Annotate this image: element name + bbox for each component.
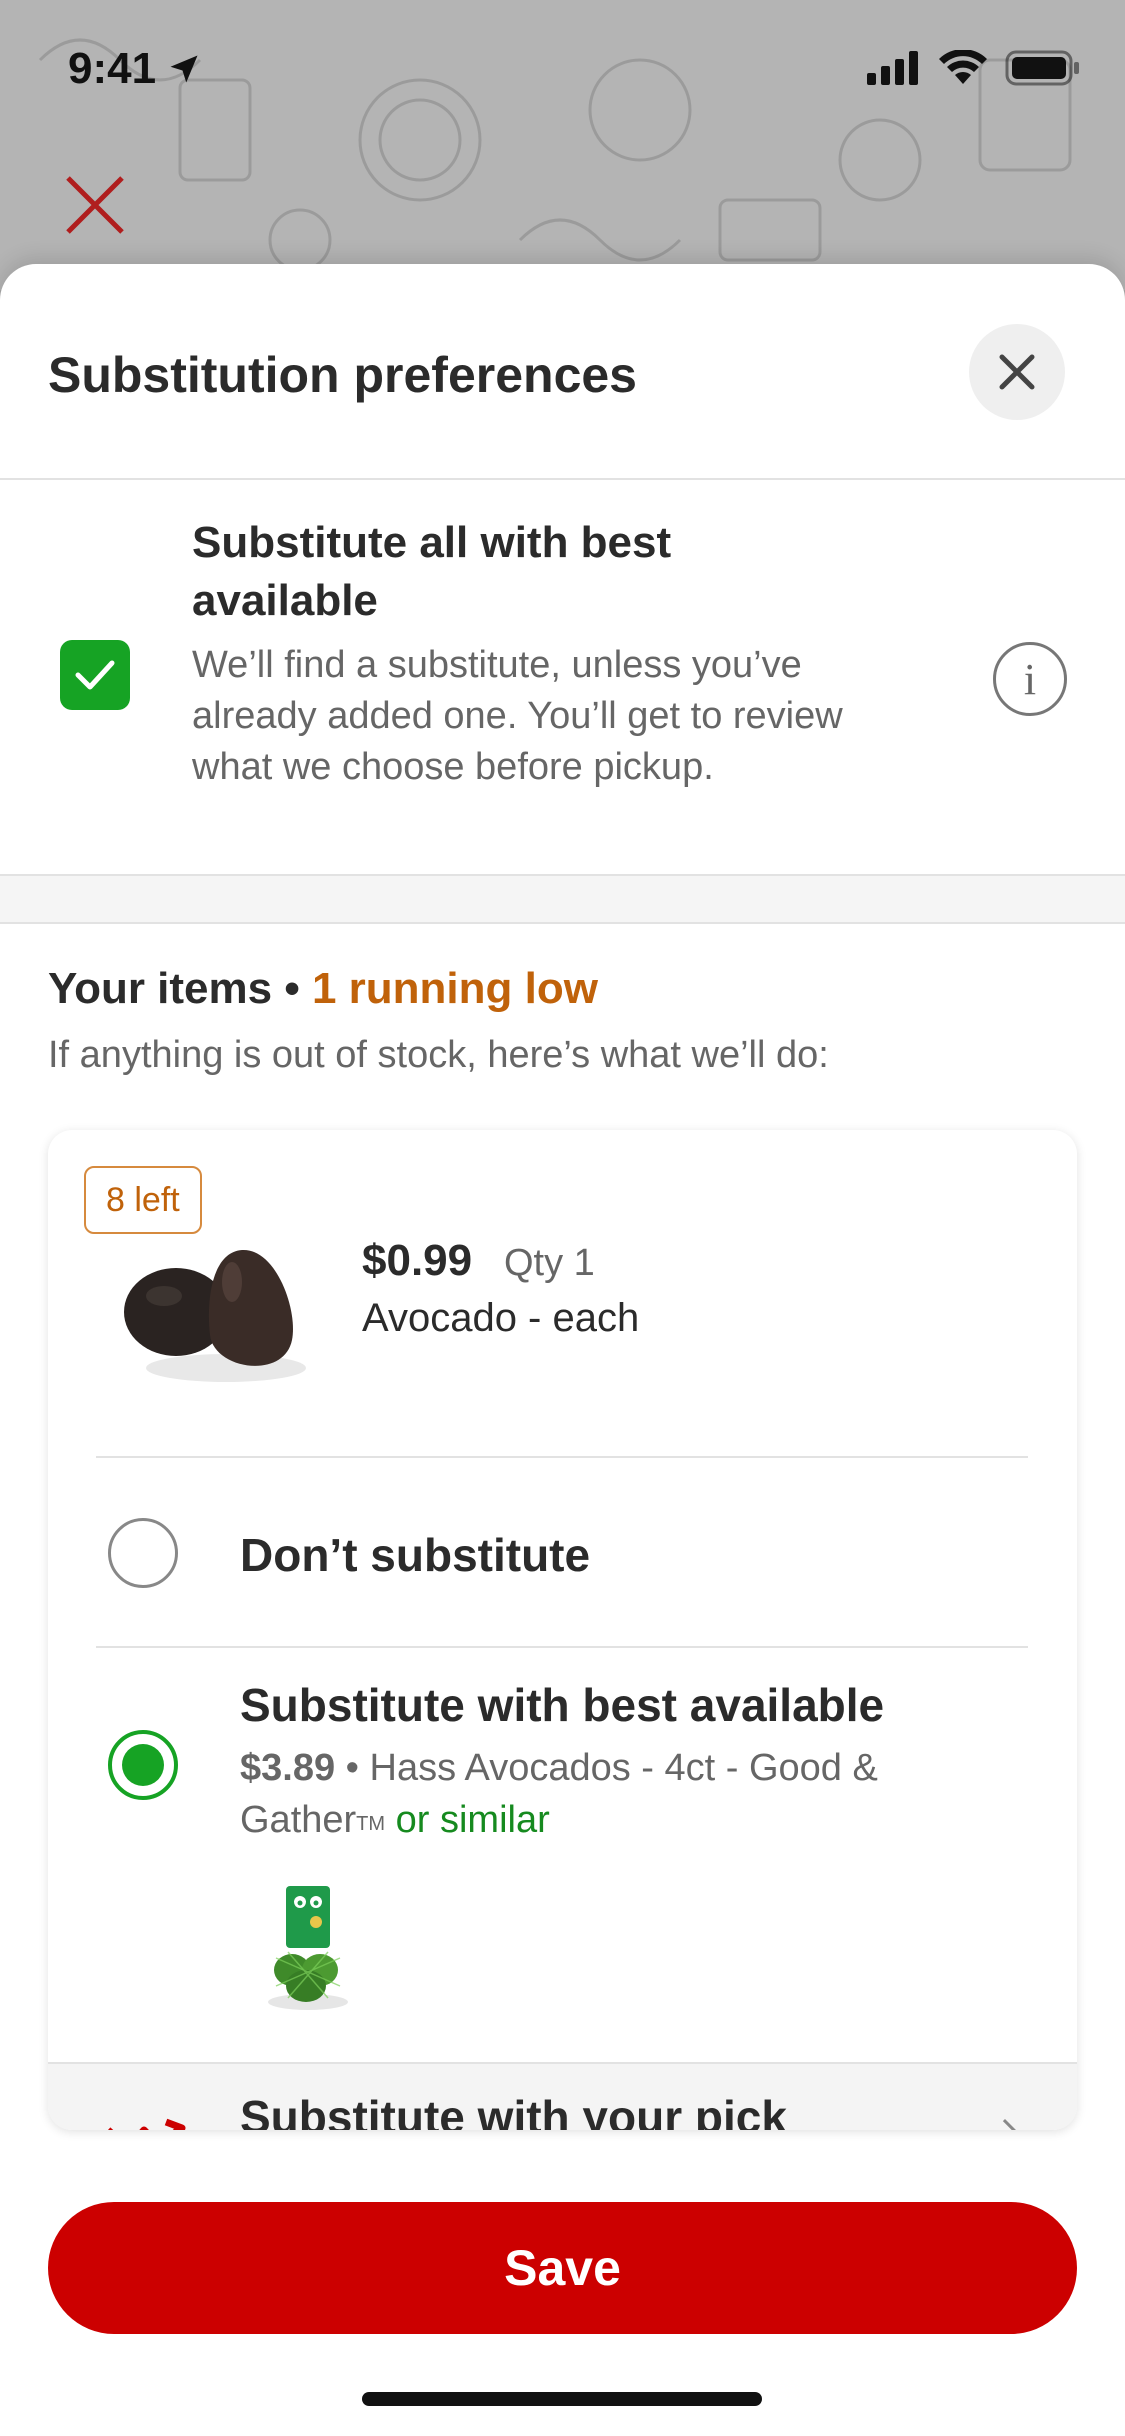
divider bbox=[96, 1456, 1028, 1458]
sheet-header: Substitution preferences bbox=[0, 264, 1125, 480]
items-header: Your items • 1 running low If anything i… bbox=[0, 924, 1125, 1134]
items-title-text: Your items bbox=[48, 964, 273, 1013]
stock-badge: 8 left bbox=[84, 1166, 202, 1234]
chevron-right-icon bbox=[988, 2119, 1022, 2130]
footer: Save bbox=[0, 2156, 1125, 2436]
save-button[interactable]: Save bbox=[48, 2202, 1077, 2334]
substitute-price: $3.89 bbox=[240, 1747, 336, 1789]
divider bbox=[96, 1646, 1028, 1648]
battery-icon bbox=[1005, 50, 1079, 86]
section-divider bbox=[0, 876, 1125, 924]
signal-icon bbox=[867, 51, 918, 85]
info-icon[interactable]: i bbox=[993, 642, 1067, 716]
substitute-all-row: Substitute all with best available We’ll… bbox=[0, 480, 1125, 876]
wifi-icon bbox=[939, 50, 987, 84]
item-card: 8 left $0.99 Qty 1 Avocado - each Don’t … bbox=[48, 1130, 1077, 2130]
hass-avocados-image bbox=[268, 1886, 348, 2010]
substitute-all-checkbox[interactable] bbox=[60, 640, 130, 710]
checkmark-icon bbox=[75, 660, 115, 690]
location-arrow-icon bbox=[170, 55, 198, 83]
description-separator: • bbox=[335, 1747, 370, 1789]
your-pick-row[interactable]: Substitute with your pick bbox=[48, 2062, 1077, 2130]
product-name: Avocado - each bbox=[362, 1296, 640, 1340]
items-separator: • bbox=[272, 964, 312, 1013]
best-available-label[interactable]: Substitute with best available bbox=[240, 1678, 884, 1732]
product-price: $0.99 bbox=[362, 1236, 473, 1285]
product-qty: Qty 1 bbox=[504, 1242, 595, 1284]
status-icons bbox=[867, 50, 1081, 86]
items-subtitle: If anything is out of stock, here’s what… bbox=[48, 1034, 829, 1076]
time-text: 9:41 bbox=[68, 44, 157, 93]
your-pick-label[interactable]: Substitute with your pick bbox=[240, 2090, 787, 2130]
substitute-arrow-icon bbox=[108, 2118, 186, 2130]
home-indicator bbox=[362, 2392, 762, 2406]
best-available-description: $3.89 • Hass Avocados - 4ct - Good & Gat… bbox=[240, 1742, 1000, 1850]
or-similar-text: or similar bbox=[385, 1799, 550, 1841]
substitute-all-description: We’ll find a substitute, unless you’ve a… bbox=[192, 644, 843, 788]
close-icon bbox=[999, 354, 1035, 390]
close-icon[interactable] bbox=[62, 172, 128, 238]
status-time: 9:41 bbox=[68, 44, 202, 94]
trademark-mark: TM bbox=[356, 1813, 386, 1835]
best-available-radio[interactable] bbox=[108, 1730, 178, 1800]
status-bar: 9:41 bbox=[0, 0, 1125, 140]
dont-substitute-label[interactable]: Don’t substitute bbox=[240, 1528, 590, 1582]
dont-substitute-radio[interactable] bbox=[108, 1518, 178, 1588]
background-app: 9:41 bbox=[0, 0, 1125, 290]
substitute-all-title: Substitute all with best available bbox=[192, 518, 672, 625]
running-low-label: 1 running low bbox=[311, 964, 598, 1013]
items-title: Your items • 1 running low bbox=[48, 964, 598, 1014]
avocado-image bbox=[124, 1249, 306, 1382]
page-title: Substitution preferences bbox=[48, 347, 637, 403]
close-button[interactable] bbox=[969, 324, 1065, 420]
